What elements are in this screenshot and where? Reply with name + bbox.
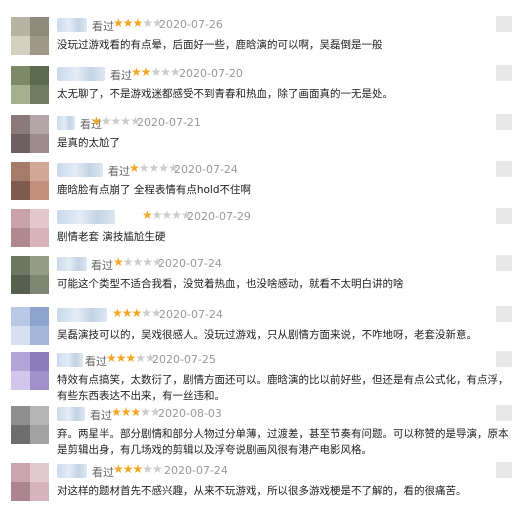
rating-stars: ★★★★★ [129,161,179,175]
useful-vote[interactable] [496,114,512,130]
username[interactable] [57,257,87,271]
review-date: 2020-07-24 [158,257,222,270]
review-text: 剧情老套 演技尴尬生硬 [57,231,166,243]
review-text: 是真的太尬了 [57,137,120,149]
username[interactable] [57,163,103,177]
avatar[interactable] [11,66,49,104]
username[interactable] [57,464,87,478]
seen-label: 看过 [108,165,130,178]
username[interactable] [57,407,85,421]
username[interactable] [57,116,75,130]
avatar[interactable] [11,115,49,153]
rating-stars: ★★★★★ [113,255,163,269]
seen-label: 看过 [110,69,132,82]
review-date: 2020-07-21 [137,116,201,129]
review-item: 看过 ★★★★★ 2020-07-21 是真的太尬了 [0,114,522,165]
review-date: 2020-07-29 [187,210,251,223]
avatar[interactable] [11,17,49,55]
review-text: 鹿晗脸有点崩了 全程表情有点hold不住啊 [57,184,251,196]
review-text: 可能这个类型不适合我看，没觉着热血，也没啥感动，就看不太明白讲的啥 [57,278,404,290]
rating-stars: ★★★★★ [113,462,163,476]
review-item: ★★★★★ 2020-07-29 剧情老套 演技尴尬生硬 [0,208,522,259]
useful-vote[interactable] [496,65,512,81]
review-text: 太无聊了，不是游戏迷都感受不到青春和热血，除了画面真的一无是处。 [57,88,393,100]
avatar[interactable] [11,307,49,345]
username[interactable] [57,210,115,224]
avatar[interactable] [11,406,49,444]
useful-vote[interactable] [496,16,512,32]
avatar[interactable] [11,256,49,294]
username[interactable] [57,308,107,322]
review-text: 对这样的题材首先不感兴趣，从来不玩游戏，所以很多游戏梗是不了解的，看的很痛苦。 [57,485,467,497]
review-date: 2020-07-25 [152,353,216,366]
useful-vote[interactable] [496,255,512,271]
seen-label: 看过 [92,20,114,33]
useful-vote[interactable] [496,161,512,177]
review-date: 2020-07-20 [179,67,243,80]
avatar[interactable] [11,162,49,200]
review-date: 2020-07-26 [159,18,223,31]
review-item: 看过 ★★★★★ 2020-07-24 鹿晗脸有点崩了 全程表情有点hold不住… [0,161,522,212]
rating-stars: ★★★★★ [142,208,192,222]
rating-stars: ★★★★★ [112,306,162,320]
useful-vote[interactable] [496,306,512,322]
useful-vote[interactable] [496,208,512,224]
review-item: 看过 ★★★★★ 2020-07-25 特效有点搞笑，太数衍了，剧情方面还可以。… [0,351,522,404]
avatar[interactable] [11,352,49,390]
review-text: 吴磊演技可以的，吴戏很感人。没玩过游戏，只从剧情方面来说，不咋地呀，老套没新意。 [57,329,477,341]
seen-label: 看过 [92,466,114,479]
review-text: 没玩过游戏看的有点晕，后面好一些，鹿晗演的可以啊，吴磊倒是一般 [57,39,383,51]
seen-label: 看过 [85,355,107,368]
review-date: 2020-08-03 [158,407,222,420]
username[interactable] [57,18,87,32]
useful-vote[interactable] [496,351,512,367]
useful-vote[interactable] [496,462,512,478]
rating-stars: ★★★★★ [106,351,156,365]
seen-label: 看过 [91,259,113,272]
avatar[interactable] [11,463,49,501]
username[interactable] [57,67,105,81]
review-item: 看过 ★★★★★ 2020-07-20 太无聊了，不是游戏迷都感受不到青春和热血… [0,65,522,116]
review-item: 看过 ★★★★★ 2020-07-24 对这样的题材首先不感兴趣，从来不玩游戏，… [0,462,522,513]
review-text: 弃。两星半。部分剧情和部分人物过分单薄，过渡差，甚至节奏有问题。可以称赞的是导演… [57,428,509,456]
avatar[interactable] [11,209,49,247]
review-date: 2020-07-24 [164,464,228,477]
review-text: 特效有点搞笑，太数衍了，剧情方面还可以。鹿晗演的比以前好些，但还是有点公式化，有… [57,374,509,402]
review-date: 2020-07-24 [159,308,223,321]
username[interactable] [57,353,83,367]
review-item: 看过 ★★★★★ 2020-07-26 没玩过游戏看的有点晕，后面好一些，鹿晗演… [0,16,522,67]
review-date: 2020-07-24 [174,163,238,176]
seen-label: 看过 [90,409,112,422]
rating-stars: ★★★★★ [111,405,161,419]
rating-stars: ★★★★★ [131,65,181,79]
rating-stars: ★★★★★ [91,114,141,128]
rating-stars: ★★★★★ [113,16,163,30]
review-item: 看过 ★★★★★ 2020-07-24 可能这个类型不适合我看，没觉着热血，也没… [0,255,522,306]
review-item: 看过 ★★★★★ 2020-08-03 弃。两星半。部分剧情和部分人物过分单薄，… [0,405,522,458]
useful-vote[interactable] [496,405,512,421]
review-item: ★★★★★ 2020-07-24 吴磊演技可以的，吴戏很感人。没玩过游戏，只从剧… [0,306,522,357]
